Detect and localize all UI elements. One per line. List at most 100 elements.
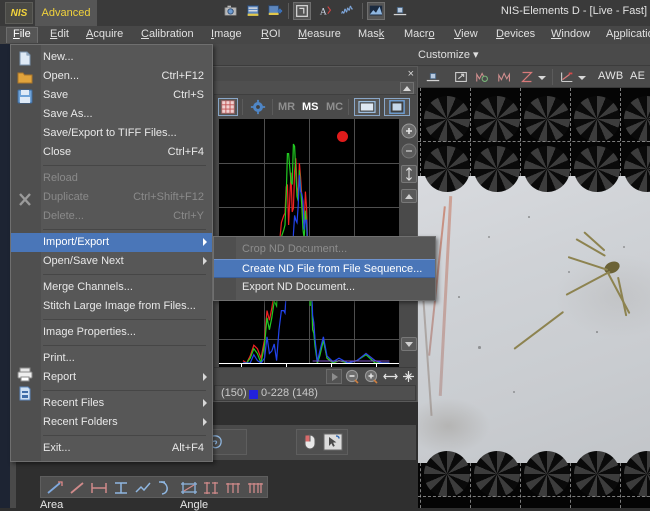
- collapse-up-icon[interactable]: [400, 82, 414, 94]
- awb-button[interactable]: AWB: [598, 70, 624, 82]
- vert-span-icon[interactable]: [111, 480, 131, 496]
- menu-file[interactable]: File: [6, 27, 38, 43]
- file-menu-item-open[interactable]: Open...Ctrl+F12: [11, 67, 212, 86]
- horiz-span-icon[interactable]: [89, 480, 109, 496]
- calibrate-icon[interactable]: [391, 2, 409, 20]
- menu-view[interactable]: View: [448, 27, 484, 43]
- file-menu-item-close[interactable]: Close Ctrl+F4: [11, 143, 212, 162]
- file-menu-item-import-export[interactable]: Import/Export: [11, 233, 212, 252]
- menu-item-label: Import/Export: [43, 236, 109, 248]
- file-menu-item-save-export-to-tiff-files[interactable]: Save/Export to TIFF Files...: [11, 124, 212, 143]
- file-menu-dropdown[interactable]: New... Open...Ctrl+F12SaveCtrl+SSave As..…: [10, 44, 213, 462]
- live-image-view[interactable]: [418, 88, 650, 508]
- menu-edit[interactable]: Edit: [44, 27, 75, 43]
- lut-flip-icon[interactable]: [518, 68, 536, 86]
- menu-item-label: Exit...: [43, 442, 71, 454]
- ms-button[interactable]: MS: [302, 101, 319, 113]
- file-menu-item-exit[interactable]: Exit... Alt+F4: [11, 439, 212, 458]
- waveform-icon[interactable]: [339, 2, 357, 20]
- lut-curve-icon[interactable]: [496, 68, 514, 86]
- rect-span-icon[interactable]: [179, 480, 199, 496]
- submenu-item-create-nd-file-from-file-sequence[interactable]: Create ND File from File Sequence...: [214, 259, 435, 278]
- menu-window[interactable]: Window: [545, 27, 596, 43]
- menu-item-label: Print...: [43, 352, 75, 364]
- scroll-up-button[interactable]: [401, 189, 417, 203]
- menu-acquire[interactable]: Acquire: [80, 27, 129, 43]
- file-menu-item-save[interactable]: SaveCtrl+S: [11, 86, 212, 105]
- menu-calibration[interactable]: Calibration: [135, 27, 200, 43]
- status-color-swatch: [249, 390, 258, 399]
- customize-label: Customize: [418, 49, 470, 61]
- menu-item-label: Duplicate: [43, 191, 89, 203]
- mr-button[interactable]: MR: [278, 101, 295, 113]
- gear-icon[interactable]: [248, 98, 268, 116]
- zoom-out-icon[interactable]: [344, 369, 361, 384]
- parallel-icon[interactable]: [201, 480, 221, 496]
- multi-h-icon[interactable]: [223, 480, 243, 496]
- histogram-icon[interactable]: [367, 2, 385, 20]
- file-menu-item-stitch-large-image-from-files[interactable]: Stitch Large Image from Files...: [11, 297, 212, 316]
- customize-dropdown[interactable]: Customize ▾: [418, 48, 479, 61]
- import-export-submenu[interactable]: Crop ND Document...Create ND File from F…: [213, 236, 436, 301]
- file-menu-item-print[interactable]: Print...: [11, 349, 212, 368]
- mc-button[interactable]: MC: [326, 101, 343, 113]
- polyline-icon[interactable]: [133, 480, 153, 496]
- single-view-icon[interactable]: [354, 98, 380, 116]
- menu-macro[interactable]: Macro: [398, 27, 441, 43]
- file-menu-item-save-as[interactable]: Save As...: [11, 105, 212, 124]
- chevron-down-icon[interactable]: [578, 76, 586, 80]
- menu-item-shortcut: Ctrl+F4: [168, 143, 204, 162]
- advanced-layout-tab[interactable]: Advanced: [35, 0, 97, 26]
- grid-icon[interactable]: [218, 98, 238, 116]
- ae-button[interactable]: AE: [630, 70, 645, 82]
- file-menu-item-merge-channels[interactable]: Merge Channels...: [11, 278, 212, 297]
- spider-leg: [566, 271, 611, 296]
- submenu-item-export-nd-document[interactable]: Export ND Document...: [214, 278, 435, 297]
- menu-item-label: Reload: [43, 172, 78, 184]
- file-menu-item-new[interactable]: New...: [11, 48, 212, 67]
- menu-mask[interactable]: Mask: [352, 27, 390, 43]
- menu-item-label: Recent Folders: [43, 416, 118, 428]
- measurement-toolbar: [40, 476, 268, 498]
- menu-item-shortcut: Alt+F4: [172, 439, 204, 458]
- file-menu-item-open-save-next[interactable]: Open/Save Next: [11, 252, 212, 271]
- capture-list-icon[interactable]: [244, 2, 262, 20]
- lut-auto-icon[interactable]: [474, 68, 492, 86]
- multi-v-icon[interactable]: [245, 480, 265, 496]
- camera-capture-icon[interactable]: [222, 2, 240, 20]
- menu-item-label: Close: [43, 146, 71, 158]
- file-menu-item-recent-files[interactable]: Recent Files: [11, 394, 212, 413]
- zoom-in-icon[interactable]: [401, 123, 417, 139]
- submenu-item-crop-nd-document: Crop ND Document...: [214, 240, 435, 259]
- autofocus-icon[interactable]: A: [317, 2, 335, 20]
- zoom-in-icon[interactable]: [363, 369, 380, 384]
- file-menu-item-image-properties[interactable]: Image Properties...: [11, 323, 212, 342]
- menu-item-label: New...: [43, 51, 74, 63]
- calibrate-icon[interactable]: [424, 68, 442, 86]
- fit-height-icon[interactable]: [401, 165, 417, 183]
- file-menu-item-recent-folders[interactable]: Recent Folders: [11, 413, 212, 432]
- file-menu-item-report[interactable]: Report: [11, 368, 212, 387]
- arc-icon[interactable]: [155, 480, 175, 496]
- export-icon[interactable]: [452, 68, 470, 86]
- menu-applications[interactable]: Applications: [600, 27, 650, 43]
- line-measure-icon[interactable]: [45, 480, 65, 496]
- capture-add-icon[interactable]: [266, 2, 284, 20]
- zoom-out-icon[interactable]: [401, 143, 417, 159]
- lut-line-icon[interactable]: [558, 68, 576, 86]
- fit-all-icon[interactable]: [401, 369, 416, 384]
- fit-width-icon[interactable]: [382, 369, 399, 384]
- line-tilt-icon[interactable]: [67, 480, 87, 496]
- split-view-icon[interactable]: [384, 98, 410, 116]
- scroll-down-button[interactable]: [401, 337, 417, 351]
- menu-roi[interactable]: ROI: [255, 27, 287, 43]
- menu-devices[interactable]: Devices: [490, 27, 541, 43]
- close-icon[interactable]: ×: [408, 68, 414, 80]
- roi-icon[interactable]: [293, 2, 311, 20]
- pointer-select-icon[interactable]: [323, 433, 343, 451]
- menu-measure[interactable]: Measure: [292, 27, 347, 43]
- mouse-icon[interactable]: [301, 433, 319, 451]
- chevron-down-icon[interactable]: [538, 76, 546, 80]
- play-icon[interactable]: [326, 369, 342, 384]
- menu-image[interactable]: Image: [205, 27, 248, 43]
